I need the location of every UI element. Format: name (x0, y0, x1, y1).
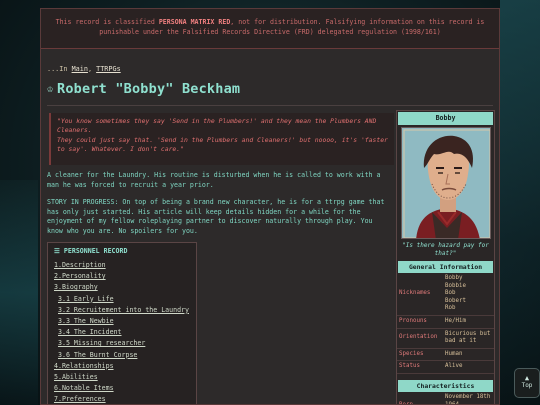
characteristics-header: Characteristics (398, 379, 493, 392)
toc-item: 6.Notable Items (54, 383, 190, 394)
toc-link[interactable]: 3.5 Missing researcher (58, 339, 145, 347)
breadcrumb-link-main[interactable]: Main (72, 65, 88, 73)
toc-link[interactable]: 2.Personality (54, 272, 106, 280)
toc-item: 3.6 The Burnt Corpse (54, 350, 190, 361)
portrait-caption: "Is there hazard pay for that?" (402, 242, 489, 257)
toc-link[interactable]: 3.1 Early Life (58, 295, 114, 303)
breadcrumb-link-ttrpgs[interactable]: TTRPGs (96, 65, 121, 73)
infobox-value: November 18th 1964, Birmingham (445, 393, 491, 405)
toc-item: 3.2 Recruitement into the Laundry (54, 305, 190, 316)
breadcrumb-prefix: ...In (47, 65, 72, 73)
title-row: ♔ Robert "Bobby" Beckham (47, 81, 240, 97)
quote-text: "You know sometimes they say 'Send in th… (57, 117, 388, 153)
toc-item: 1.Description (54, 260, 190, 271)
toc-link[interactable]: 3.2 Recruitement into the Laundry (58, 306, 189, 314)
toc-item: 3.Biography (54, 282, 190, 293)
toc-link[interactable]: 3.4 The Incident (58, 328, 122, 336)
title-divider (47, 105, 493, 106)
general-info-rows: Nicknames Bobby Bobbie Bob Bobert Rob Pron… (397, 273, 494, 374)
toc-list: 1.Description 2.Personality 3.Biography 3.1… (54, 260, 190, 404)
toc-link[interactable]: 7.Preferences (54, 395, 106, 403)
general-info-header: General Information (398, 261, 493, 273)
page-title: Robert "Bobby" Beckham (57, 81, 241, 97)
toc-item: 5.Abilities (54, 372, 190, 383)
toc-link[interactable]: 3.3 The Newbie (58, 317, 114, 325)
portrait-illustration (401, 128, 490, 238)
toc-item: 3.3 The Newbie (54, 316, 190, 327)
infobox-key: Orientation (399, 334, 438, 341)
infobox-row: Born November 18th 1964, Birmingham (397, 392, 494, 405)
infobox-row: Orientation Bicurious but bad at it (397, 329, 494, 349)
toc-link[interactable]: 3.6 The Burnt Corpse (58, 351, 137, 359)
character-infobox: Bobby "Is there hazard pay for that?" Ge… (396, 110, 495, 405)
infobox-value: He/Him (445, 317, 466, 324)
characteristics-rows: Born November 18th 1964, Birmingham (397, 392, 494, 405)
infobox-value: Human (445, 350, 463, 357)
notice-classification: PERSONA MATRIX RED (158, 18, 231, 26)
infobox-row: Species Human (397, 349, 494, 362)
infobox-name: Bobby (398, 112, 493, 125)
background-glow-left (0, 180, 38, 405)
back-to-top-button[interactable]: ▲ Top (514, 368, 540, 398)
crown-icon: ♔ (47, 83, 54, 95)
infobox-value: Bobby Bobbie Bob Bobert Rob (445, 275, 466, 312)
infobox-value: Alive (445, 363, 463, 370)
toc-item: 7.Preferences (54, 394, 190, 404)
toc-link[interactable]: 5.Abilities (54, 373, 98, 381)
infobox-row: Nicknames Bobby Bobbie Bob Bobert Rob (397, 273, 494, 316)
breadcrumb: ...In Main, TTRPGs (47, 65, 121, 73)
character-portrait (400, 127, 491, 239)
toc-header: ☰ PERSONNEL RECORD (54, 247, 190, 255)
infobox-key: Born (399, 401, 413, 405)
infobox-key: Nicknames (399, 290, 431, 297)
toc-item: 2.Personality (54, 271, 190, 282)
infobox-key: Species (399, 350, 424, 357)
article-page: This record is classified PERSONA MATRIX… (40, 8, 500, 405)
infobox-value: Bicurious but bad at it (445, 330, 491, 345)
top-button-label: Top (521, 382, 533, 389)
infobox-key: Pronouns (399, 317, 427, 324)
toc-link[interactable]: 1.Description (54, 261, 106, 269)
character-quote: "You know sometimes they say 'Send in th… (49, 113, 394, 165)
toc-link[interactable]: 3.Biography (54, 283, 98, 291)
infobox-row: Pronouns He/Him (397, 316, 494, 329)
story-notice-paragraph: STORY IN PROGRESS: On top of being a bra… (47, 198, 385, 235)
toc-item: 3.5 Missing researcher (54, 338, 190, 349)
infobox-key: Status (399, 363, 420, 370)
infobox-row: Status Alive (397, 361, 494, 374)
chevron-up-icon: ▲ (524, 374, 530, 382)
notice-prefix: This record is classified (55, 18, 159, 26)
table-of-contents: ☰ PERSONNEL RECORD 1.Description 2.Person… (47, 242, 197, 404)
background-glow-right (500, 0, 540, 405)
list-icon: ☰ (54, 247, 60, 255)
toc-item: 4.Relationships (54, 361, 190, 372)
breadcrumb-separator: , (87, 65, 97, 73)
classification-notice: This record is classified PERSONA MATRIX… (41, 9, 499, 49)
toc-link[interactable]: 6.Notable Items (54, 384, 114, 392)
toc-item: 3.1 Early Life (54, 294, 190, 305)
intro-paragraph: A cleaner for the Laundry. His routine i… (47, 171, 381, 189)
toc-link[interactable]: 4.Relationships (54, 362, 114, 370)
toc-item: 3.4 The Incident (54, 327, 190, 338)
toc-title: PERSONNEL RECORD (63, 247, 128, 255)
